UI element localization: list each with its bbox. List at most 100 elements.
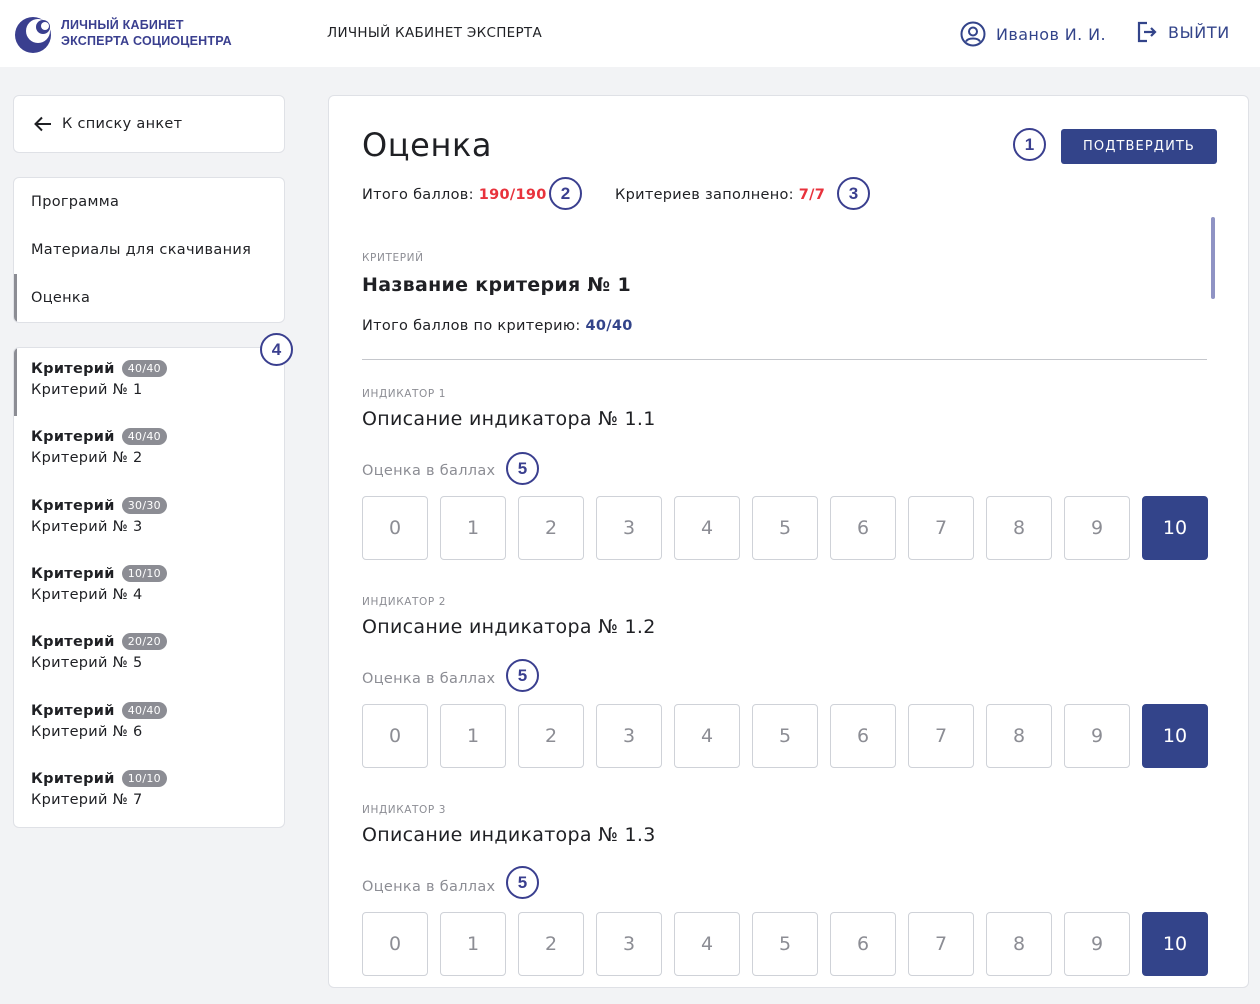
score-option-9[interactable]: 9 <box>1064 912 1130 976</box>
criteria-item-name: Критерий № 3 <box>31 519 143 535</box>
criteria-item-title: Критерий <box>31 702 115 719</box>
total-score-label: Итого баллов: <box>362 187 474 203</box>
score-option-6[interactable]: 6 <box>830 912 896 976</box>
logo-line-2: ЭКСПЕРТА СОЦИОЦЕНТРА <box>61 34 232 48</box>
back-label: К списку анкет <box>62 116 183 132</box>
score-option-9[interactable]: 9 <box>1064 704 1130 768</box>
score-option-5[interactable]: 5 <box>752 704 818 768</box>
score-option-3[interactable]: 3 <box>596 496 662 560</box>
criteria-list-item[interactable]: Критерий 10/10 Критерий № 4 <box>14 553 284 621</box>
criteria-list-item[interactable]: Критерий 40/40 Критерий № 6 <box>14 690 284 758</box>
logo-line-1: ЛИЧНЫЙ КАБИНЕТ <box>61 18 184 32</box>
score-selector: 0 1 2 3 4 5 6 7 8 9 10 <box>362 704 1212 768</box>
criteria-item-name: Критерий № 7 <box>31 792 143 808</box>
score-option-8[interactable]: 8 <box>986 912 1052 976</box>
criteria-list-item[interactable]: Критерий 30/30 Критерий № 3 <box>14 485 284 553</box>
divider <box>362 359 1207 360</box>
score-option-4[interactable]: 4 <box>674 912 740 976</box>
nav-item-label: Материалы для скачивания <box>31 242 252 258</box>
criterion-total: Итого баллов по критерию: 40/40 <box>362 318 633 334</box>
score-option-7[interactable]: 7 <box>908 912 974 976</box>
score-option-2[interactable]: 2 <box>518 704 584 768</box>
score-option-5[interactable]: 5 <box>752 496 818 560</box>
total-score: Итого баллов: 190/190 <box>362 187 547 203</box>
score-option-2[interactable]: 2 <box>518 496 584 560</box>
page-title: Оценка <box>362 126 493 164</box>
criteria-list-item[interactable]: Критерий 40/40 Критерий № 1 <box>14 348 284 416</box>
score-option-1[interactable]: 1 <box>440 912 506 976</box>
annotation-marker-4: 4 <box>260 333 293 366</box>
score-option-8[interactable]: 8 <box>986 496 1052 560</box>
criteria-item-title: Критерий <box>31 565 115 582</box>
logo-text: ЛИЧНЫЙ КАБИНЕТ ЭКСПЕРТА СОЦИОЦЕНТРА <box>61 17 232 49</box>
criterion-title: Название критерия № 1 <box>362 274 631 296</box>
back-to-list-button[interactable]: К списку анкет <box>13 95 285 153</box>
logout-button[interactable]: ВЫЙТИ <box>1136 21 1230 43</box>
score-option-10[interactable]: 10 <box>1142 912 1208 976</box>
score-option-7[interactable]: 7 <box>908 496 974 560</box>
score-option-0[interactable]: 0 <box>362 912 428 976</box>
criteria-list-item[interactable]: Критерий 40/40 Критерий № 2 <box>14 416 284 484</box>
score-option-1[interactable]: 1 <box>440 704 506 768</box>
indicator-title: Описание индикатора № 1.3 <box>362 824 656 846</box>
annotation-marker-5: 5 <box>506 866 539 899</box>
criteria-item-title: Критерий <box>31 633 115 650</box>
criteria-item-name: Критерий № 6 <box>31 724 143 740</box>
score-option-7[interactable]: 7 <box>908 704 974 768</box>
score-option-3[interactable]: 3 <box>596 704 662 768</box>
score-label: Оценка в баллах <box>362 879 496 895</box>
criteria-item-name: Критерий № 1 <box>31 382 143 398</box>
indicator-title: Описание индикатора № 1.1 <box>362 408 656 430</box>
criteria-item-title: Критерий <box>31 360 115 377</box>
user-profile-link[interactable]: Иванов И. И. <box>960 21 1106 47</box>
criteria-score-badge: 40/40 <box>121 702 167 719</box>
total-score-value: 190/190 <box>478 187 547 203</box>
nav-item-materials[interactable]: Материалы для скачивания <box>14 226 284 274</box>
criteria-item-name: Критерий № 4 <box>31 587 143 603</box>
score-option-5[interactable]: 5 <box>752 912 818 976</box>
score-option-8[interactable]: 8 <box>986 704 1052 768</box>
criteria-score-badge: 10/10 <box>121 565 167 582</box>
logo-icon <box>15 17 51 53</box>
criteria-list-item[interactable]: Критерий 10/10 Критерий № 7 <box>14 758 284 826</box>
criteria-list: Критерий 40/40 Критерий № 1 Критерий 40/40… <box>13 347 285 828</box>
evaluation-panel: Оценка ПОДТВЕРДИТЬ Итого баллов: 190/190… <box>328 95 1249 988</box>
indicator-caption: ИНДИКАТОР 3 <box>362 804 447 816</box>
score-option-1[interactable]: 1 <box>440 496 506 560</box>
arrow-left-icon <box>34 116 51 132</box>
annotation-marker-5: 5 <box>506 659 539 692</box>
score-option-6[interactable]: 6 <box>830 704 896 768</box>
criterion-total-label: Итого баллов по критерию: <box>362 318 581 334</box>
score-option-9[interactable]: 9 <box>1064 496 1130 560</box>
criterion-caption: КРИТЕРИЙ <box>362 252 424 264</box>
page-header-title: ЛИЧНЫЙ КАБИНЕТ ЭКСПЕРТА <box>327 25 542 41</box>
user-icon <box>960 21 986 47</box>
scrollbar-thumb[interactable] <box>1211 217 1215 299</box>
score-selector: 0 1 2 3 4 5 6 7 8 9 10 <box>362 496 1212 560</box>
score-option-2[interactable]: 2 <box>518 912 584 976</box>
score-option-0[interactable]: 0 <box>362 704 428 768</box>
criteria-filled: Критериев заполнено: 7/7 <box>615 187 825 203</box>
criteria-item-title: Критерий <box>31 770 115 787</box>
score-selector: 0 1 2 3 4 5 6 7 8 9 10 <box>362 912 1212 976</box>
score-option-4[interactable]: 4 <box>674 704 740 768</box>
indicator-caption: ИНДИКАТОР 2 <box>362 596 447 608</box>
score-label: Оценка в баллах <box>362 671 496 687</box>
nav-item-evaluation[interactable]: Оценка <box>14 274 284 322</box>
score-option-10[interactable]: 10 <box>1142 704 1208 768</box>
score-option-3[interactable]: 3 <box>596 912 662 976</box>
confirm-button[interactable]: ПОДТВЕРДИТЬ <box>1061 129 1217 164</box>
criteria-score-badge: 40/40 <box>121 428 167 445</box>
score-option-6[interactable]: 6 <box>830 496 896 560</box>
nav-item-program[interactable]: Программа <box>14 178 284 226</box>
score-option-10[interactable]: 10 <box>1142 496 1208 560</box>
criteria-filled-value: 7/7 <box>798 187 826 203</box>
score-label: Оценка в баллах <box>362 463 496 479</box>
criteria-score-badge: 20/20 <box>121 633 167 650</box>
score-option-4[interactable]: 4 <box>674 496 740 560</box>
nav-item-label: Оценка <box>31 290 91 306</box>
score-option-0[interactable]: 0 <box>362 496 428 560</box>
criterion-total-value: 40/40 <box>585 318 633 334</box>
criteria-list-item[interactable]: Критерий 20/20 Критерий № 5 <box>14 621 284 689</box>
annotation-marker-5: 5 <box>506 452 539 485</box>
